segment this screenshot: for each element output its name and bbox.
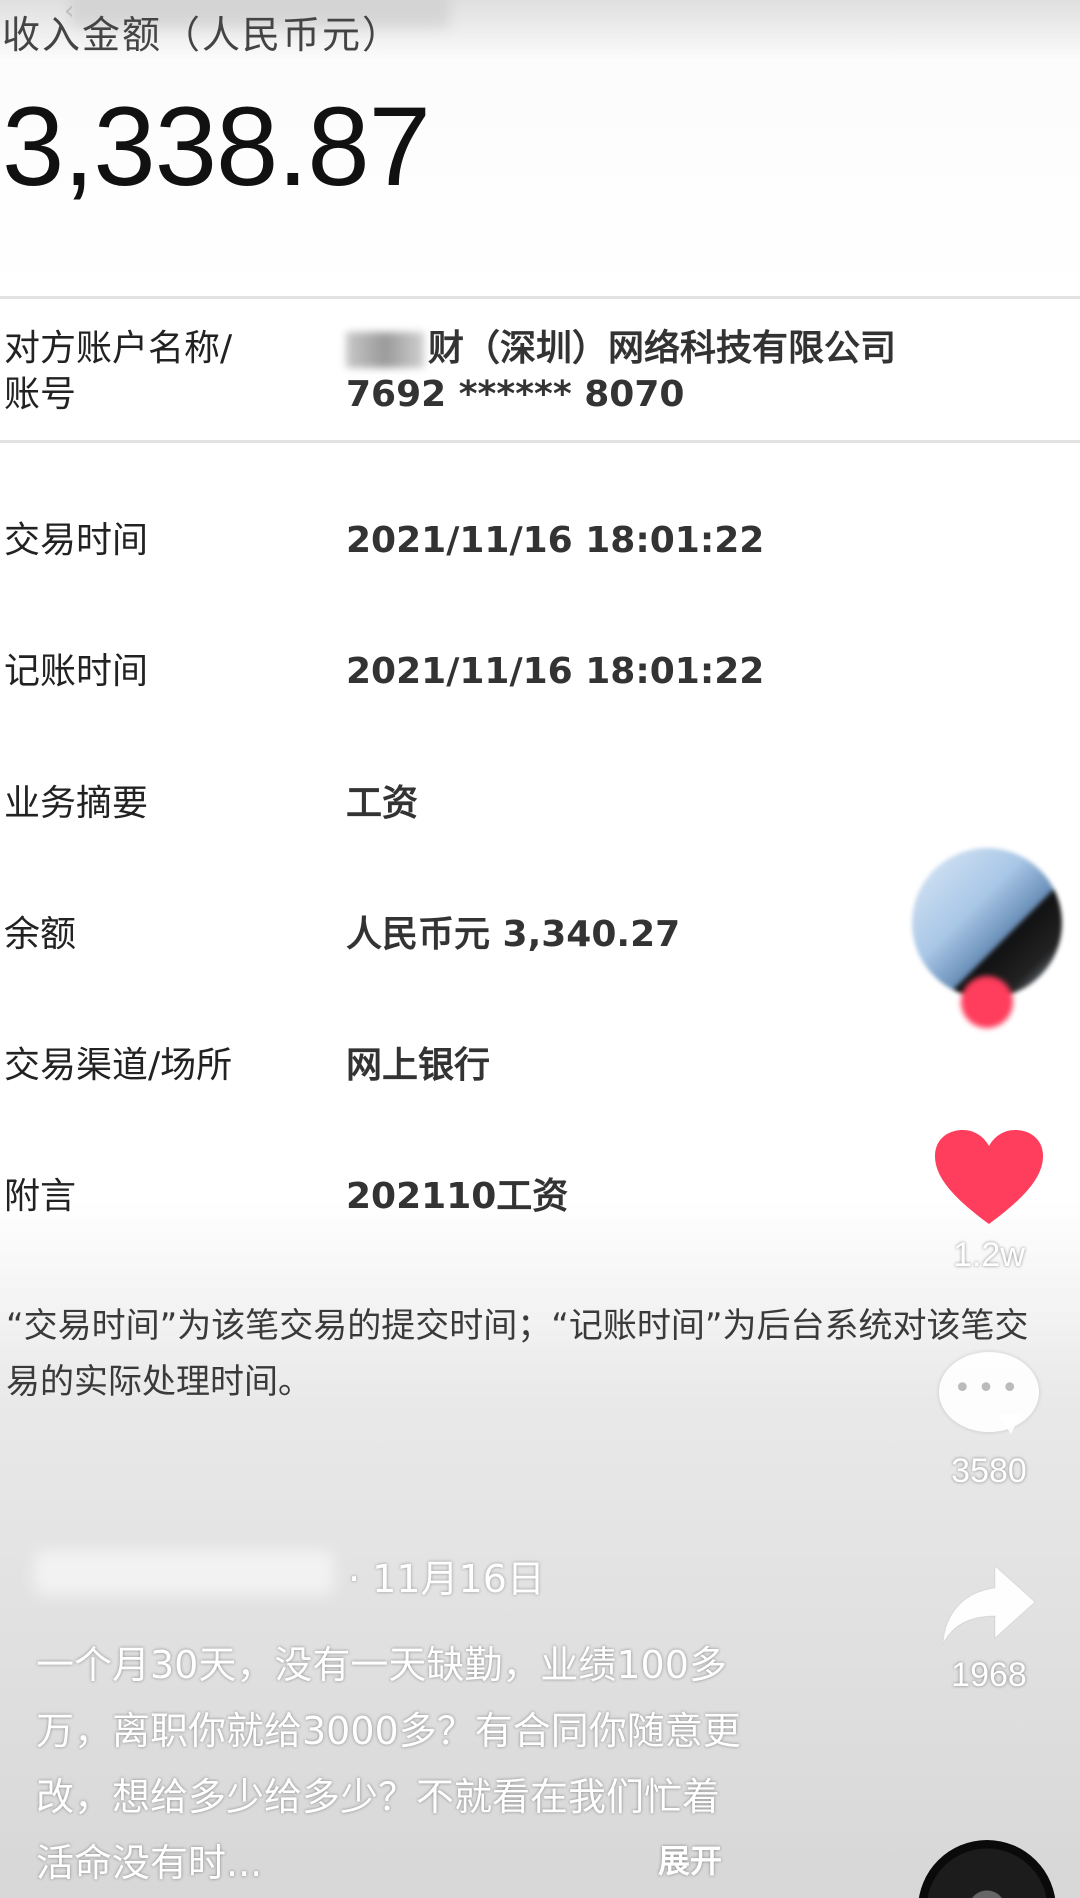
summary-value: 工资 xyxy=(346,783,419,824)
post-date: · 11月16日 xyxy=(348,1557,545,1601)
transaction-time-label: 交易时间 xyxy=(4,520,149,561)
amount-label: 收入金额（人民币元） xyxy=(2,13,403,57)
counterparty-label-line2: 账号 xyxy=(4,374,77,415)
redacted-name xyxy=(346,332,424,368)
remark-label: 附言 xyxy=(4,1176,77,1217)
follow-button[interactable] xyxy=(961,976,1013,1028)
counterparty-name: 财（深圳）网络科技有限公司 xyxy=(346,326,896,372)
divider xyxy=(0,296,1080,299)
share-count: 1968 xyxy=(951,1656,1027,1694)
amount-value: 3,338.87 xyxy=(2,84,431,209)
comment-count: 3580 xyxy=(951,1452,1027,1490)
screenshot-page: ‹ 收入金额（人民币元） 3,338.87 对方账户名称/ 账号 财（深圳）网络… xyxy=(0,0,1080,1898)
share-icon xyxy=(942,1564,1036,1645)
counterparty-value: 财（深圳）网络科技有限公司 7692 ****** 8070 xyxy=(346,326,896,418)
channel-label: 交易渠道/场所 xyxy=(4,1045,233,1086)
summary-label: 业务摘要 xyxy=(4,783,149,824)
music-disc-icon[interactable] xyxy=(918,1840,1056,1898)
like-count: 1.2w xyxy=(953,1236,1025,1274)
counterparty-label: 对方账户名称/ 账号 xyxy=(4,326,232,418)
transaction-time-value: 2021/11/16 18:01:22 xyxy=(346,520,765,561)
counterparty-label-line1: 对方账户名称/ xyxy=(4,328,233,369)
author-name[interactable] xyxy=(34,1550,334,1596)
share-button[interactable]: 1968 xyxy=(919,1562,1059,1695)
channel-value: 网上银行 xyxy=(346,1045,491,1086)
comment-icon: ••• xyxy=(939,1352,1039,1434)
post-caption: 一个月30天，没有一天缺勤，业绩100多万，离职你就给3000多？有合同你随意更… xyxy=(36,1643,741,1885)
counterparty-name-text: 财（深圳）网络科技有限公司 xyxy=(428,328,897,369)
expand-button[interactable]: 展开 xyxy=(658,1836,722,1882)
booking-time-value: 2021/11/16 18:01:22 xyxy=(346,651,765,692)
like-button[interactable]: 1.2w xyxy=(919,1128,1059,1275)
booking-time-label: 记账时间 xyxy=(4,651,149,692)
divider xyxy=(0,440,1080,443)
balance-label: 余额 xyxy=(4,914,77,955)
time-note: “交易时间”为该笔交易的提交时间；“记账时间”为后台系统对该笔交易的实际处理时间… xyxy=(6,1306,1029,1402)
remark-value: 202110工资 xyxy=(346,1176,569,1217)
heart-icon xyxy=(935,1130,1043,1224)
balance-value: 人民币元 3,340.27 xyxy=(346,914,681,955)
comment-button[interactable]: ••• 3580 xyxy=(919,1352,1059,1491)
counterparty-account: 7692 ****** 8070 xyxy=(346,374,685,415)
